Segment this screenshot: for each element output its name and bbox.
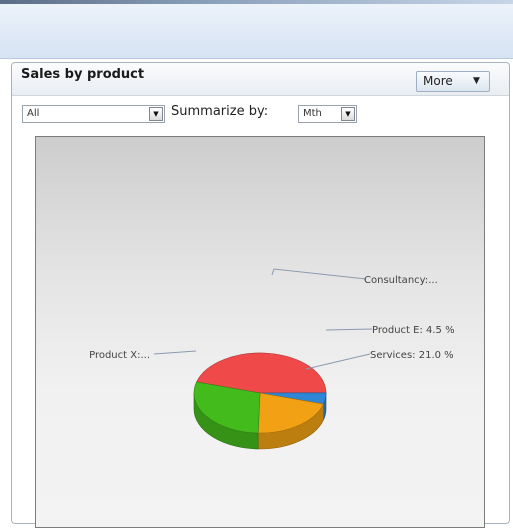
pie-label-product_e: Product E: 4.5 % bbox=[372, 325, 455, 336]
summarize-by-label: Summarize by: bbox=[171, 104, 269, 119]
panel-title: Sales by product bbox=[21, 67, 145, 82]
more-button-label: More bbox=[423, 74, 453, 88]
more-button[interactable]: More ▼ bbox=[416, 71, 490, 92]
chevron-down-icon: ▼ bbox=[473, 76, 480, 86]
leader-line-consultancy bbox=[271, 268, 367, 280]
dropdown-arrow-icon[interactable]: ▼ bbox=[149, 107, 163, 121]
pie-chart: Consultancy:... Product E: 4.5 % Services:… bbox=[89, 268, 455, 450]
dropdown-arrow-icon[interactable]: ▼ bbox=[341, 107, 355, 121]
product-filter-value: All bbox=[27, 108, 40, 119]
panel-header: Sales by product More ▼ bbox=[12, 63, 509, 96]
summarize-by-value: Mth bbox=[303, 108, 322, 119]
pie-top bbox=[193, 352, 327, 434]
leader-line-services bbox=[305, 353, 371, 370]
summarize-by-select[interactable]: Mth ▼ bbox=[298, 105, 357, 123]
leader-line-product_x bbox=[153, 350, 197, 355]
pie-label-product_x: Product X:... bbox=[89, 350, 150, 361]
sales-by-product-panel: Sales by product More ▼ All ▼ Summarize … bbox=[11, 62, 510, 528]
pie-label-services: Services: 21.0 % bbox=[370, 350, 454, 361]
product-filter-select[interactable]: All ▼ bbox=[22, 105, 165, 123]
leader-line-product_e bbox=[325, 328, 373, 331]
pie-chart-area: Consultancy:... Product E: 4.5 % Services:… bbox=[35, 136, 485, 528]
window-title-edge bbox=[0, 0, 513, 4]
top-toolbar-band bbox=[0, 0, 513, 59]
pie-label-consultancy: Consultancy:... bbox=[364, 275, 438, 286]
